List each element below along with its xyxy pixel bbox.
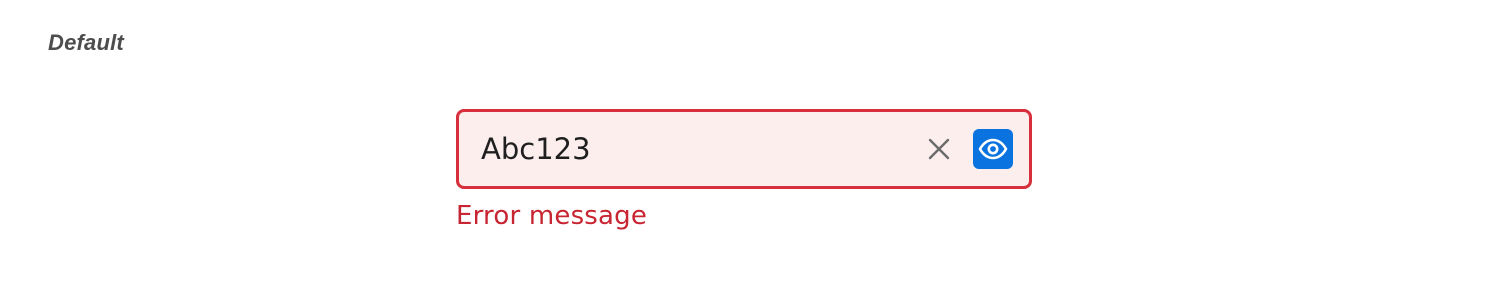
close-icon (928, 138, 950, 160)
clear-button[interactable] (921, 131, 957, 167)
error-message: Error message (456, 201, 648, 231)
toggle-visibility-button[interactable] (973, 129, 1013, 169)
password-field: Abc123 Error message (456, 109, 1032, 231)
password-input[interactable]: Abc123 (481, 129, 921, 169)
password-input-container[interactable]: Abc123 (456, 109, 1032, 189)
eye-icon (978, 138, 1008, 160)
section-label: Default (48, 30, 124, 55)
